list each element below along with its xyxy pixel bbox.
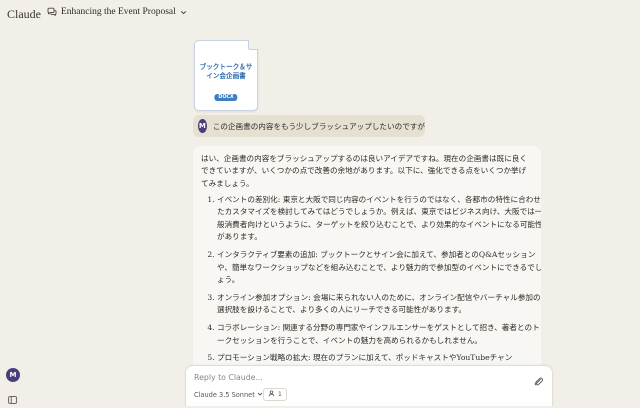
app-logo[interactable]: Claude	[7, 7, 41, 22]
sidebar-toggle-button[interactable]	[8, 389, 17, 408]
attach-button[interactable]	[533, 372, 544, 391]
attachment-filename: ブックトーク＆サイン会企画書	[199, 63, 253, 80]
chevron-down-icon	[180, 9, 187, 16]
list-item: プロモーション戦略の拡大: 現在のプランに加えて、ポッドキャストやYouTube…	[217, 352, 541, 364]
reply-input[interactable]: Reply to Claude...	[194, 373, 263, 382]
suggestion-list: イベントの差別化: 東京と大阪で同じ内容のイベントを行うのではなく、各都市の特性…	[201, 194, 541, 370]
list-item: コラボレーション: 関連する分野の専門家やインフルエンサーをゲストとして招き、著…	[217, 322, 541, 347]
model-name: Claude 3.5 Sonnet	[194, 391, 255, 399]
user-avatar: M	[198, 119, 207, 133]
style-button[interactable]: 1	[263, 388, 287, 401]
list-item: インタラクティブ要素の追加: ブックトークとサイン会に加えて、参加者とのQ&Aセ…	[217, 249, 541, 286]
style-count: 1	[278, 391, 282, 398]
message-composer: Reply to Claude... Claude 3.5 Sonnet 1	[185, 365, 553, 406]
account-avatar: M	[6, 368, 20, 382]
account-avatar-button[interactable]: M	[6, 368, 20, 382]
list-item: オンライン参加オプション: 会場に来られない人のために、オンライン配信やバーチャ…	[217, 292, 541, 317]
file-type-badge: DOCX	[214, 94, 238, 101]
user-message: M この企画書の内容をもう少しブラッシュアップしたいのですが	[193, 115, 425, 137]
page-fold	[248, 40, 258, 50]
top-bar: Claude Enhancing the Event Proposal	[0, 0, 640, 28]
paperclip-icon	[533, 372, 544, 391]
chevron-down-icon	[257, 391, 263, 399]
assistant-intro: はい、企画書の内容をブラッシュアップするのは良いアイデアですね。現在の企画書は既…	[201, 154, 527, 188]
attachment-card[interactable]: ブックトーク＆サイン会企画書 DOCX	[194, 40, 258, 111]
user-message-text: この企画書の内容をもう少しブラッシュアップしたいのですが	[212, 121, 425, 131]
sidebar-toggle-icon	[8, 389, 17, 408]
conversation-title: Enhancing the Event Proposal	[61, 7, 176, 17]
list-item: イベントの差別化: 東京と大阪で同じ内容のイベントを行うのではなく、各都市の特性…	[217, 194, 541, 244]
people-icon	[268, 390, 275, 399]
chat-bubbles-icon	[47, 7, 57, 17]
conversation-title-button[interactable]: Enhancing the Event Proposal	[47, 7, 187, 17]
assistant-message: はい、企画書の内容をブラッシュアップするのは良いアイデアですね。現在の企画書は既…	[193, 146, 541, 371]
model-selector[interactable]: Claude 3.5 Sonnet	[194, 391, 263, 399]
